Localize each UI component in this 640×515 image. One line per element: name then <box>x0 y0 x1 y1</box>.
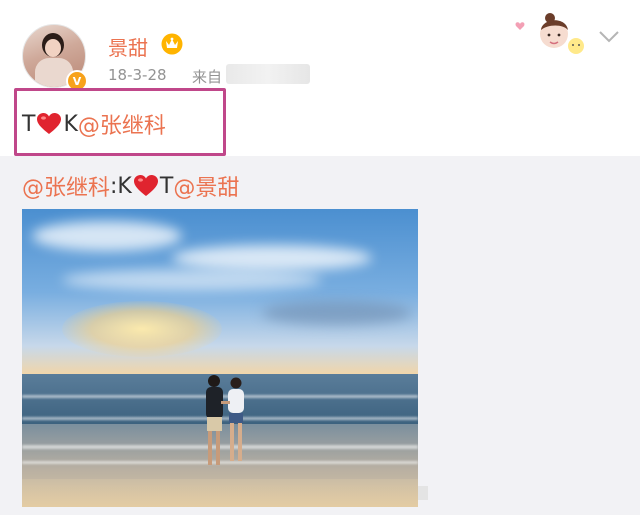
post-text-mid: K <box>63 111 78 137</box>
photo-cloud <box>262 301 412 325</box>
crown-icon[interactable] <box>161 33 183 55</box>
heart-icon <box>133 175 158 196</box>
repost-text-before: :K <box>110 173 132 199</box>
photo-reflection <box>22 479 418 507</box>
heart-icon <box>37 113 62 134</box>
beach-photo[interactable] <box>22 209 418 507</box>
post-text: T K @张继科 <box>22 108 166 140</box>
photo-couple <box>206 375 244 465</box>
card-decoration-sticker <box>515 13 584 54</box>
repost-mention-link[interactable]: @景甜 <box>173 170 239 202</box>
photo-sun-glow <box>62 301 222 357</box>
chevron-down-icon[interactable] <box>598 30 620 44</box>
post-text-before: T <box>22 111 36 137</box>
username[interactable]: 景甜 <box>108 32 148 61</box>
source-label: 来自 <box>192 68 223 86</box>
mention-link[interactable]: @张继科 <box>78 108 166 140</box>
photo-cloud <box>62 269 322 291</box>
watermark <box>418 486 428 500</box>
post-time[interactable]: 18-3-28 <box>108 66 167 84</box>
repost-text-after: T <box>159 173 174 199</box>
repost-author-link[interactable]: @张继科 <box>22 170 110 202</box>
photo-cloud <box>32 221 182 251</box>
avatar-face <box>45 39 61 57</box>
source-blur <box>226 64 310 84</box>
repost-text: @张继科 :K T @景甜 <box>22 170 239 202</box>
photo-cloud <box>172 245 372 271</box>
